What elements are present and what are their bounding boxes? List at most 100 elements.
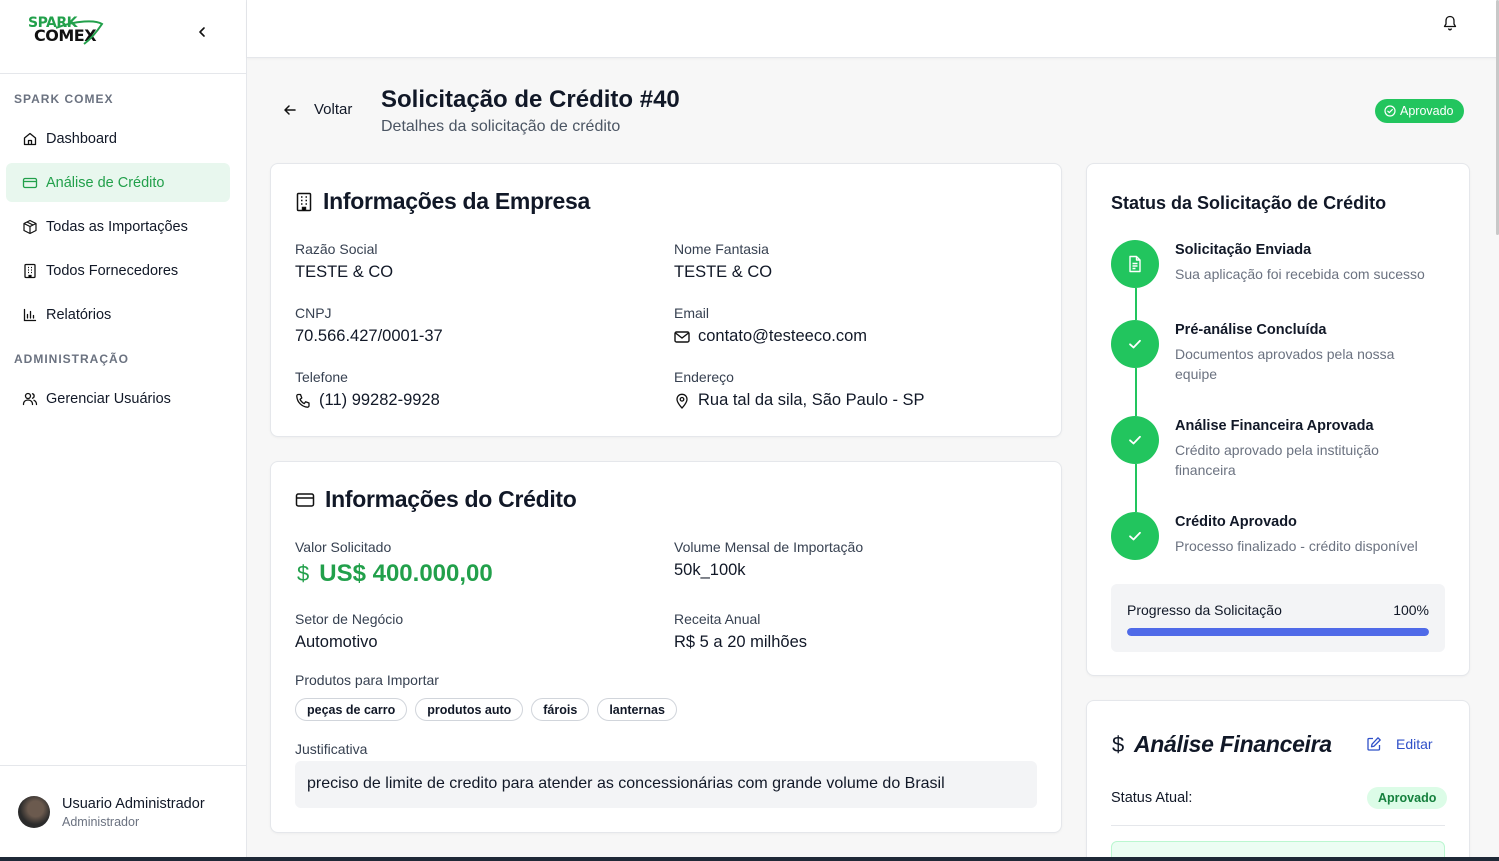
- credit-card-icon: [22, 175, 38, 191]
- check-icon: [1129, 531, 1141, 541]
- step-3-indicator: [1111, 416, 1159, 464]
- spark-comex-logo[interactable]: SPARK COMEX: [26, 14, 108, 48]
- user-name: Usuario Administrador: [62, 796, 205, 812]
- setor-value: Automotivo: [295, 633, 378, 651]
- email-text: contato@testeeco.com: [698, 327, 868, 345]
- financial-status-badge: Aprovado: [1367, 787, 1448, 809]
- cnpj-value: 70.566.427/0001-37: [295, 327, 443, 345]
- step-4-indicator: [1111, 512, 1159, 560]
- produtos-tags: peças de carro produtos auto fárois lant…: [295, 698, 677, 721]
- razao-social-label: Razão Social: [295, 241, 378, 257]
- endereco-value: Rua tal da sila, São Paulo - SP: [674, 391, 925, 410]
- endereco-text: Rua tal da sila, São Paulo - SP: [698, 391, 925, 409]
- volume-mensal-value: 50k_100k: [674, 561, 746, 579]
- section-label-spark-comex: SPARK COMEX: [14, 92, 114, 106]
- step-1-indicator: [1111, 240, 1159, 288]
- email-value: contato@testeeco.com: [674, 327, 867, 346]
- back-button[interactable]: Voltar: [282, 101, 352, 118]
- status-card: Status da Solicitação de Crédito Solicit…: [1086, 163, 1470, 676]
- step-4-desc: Processo finalizado - crédito disponível: [1175, 538, 1418, 554]
- document-icon: [1129, 255, 1141, 273]
- product-tag: fárois: [531, 698, 590, 721]
- map-pin-icon: [676, 393, 688, 409]
- credit-title-text: Informações do Crédito: [325, 486, 577, 512]
- sidebar-item-importacoes[interactable]: Todas as Importações: [6, 207, 230, 246]
- nome-fantasia-label: Nome Fantasia: [674, 241, 769, 257]
- company-card-title: Informações da Empresa: [295, 188, 590, 215]
- sidebar-item-gerenciar-usuarios[interactable]: Gerenciar Usuários: [6, 379, 230, 418]
- step-2-indicator: [1111, 320, 1159, 368]
- sidebar-item-label: Todos Fornecedores: [46, 262, 179, 279]
- edit-button[interactable]: Editar: [1366, 736, 1433, 752]
- building-icon: [22, 263, 38, 279]
- edit-icon: [1367, 737, 1381, 751]
- sidebar-item-analise-credito[interactable]: Análise de Crédito: [6, 163, 230, 202]
- section-label-administracao: ADMINISTRAÇÃO: [14, 352, 129, 366]
- sidebar-item-label: Gerenciar Usuários: [46, 390, 171, 407]
- sidebar-item-label: Dashboard: [46, 130, 117, 147]
- home-icon: [22, 131, 38, 147]
- product-tag: produtos auto: [415, 698, 524, 721]
- divider: [1111, 825, 1445, 826]
- produtos-label: Produtos para Importar: [295, 672, 439, 688]
- credit-card-title: Informações do Crédito: [295, 486, 577, 513]
- credit-info-card: Informações do Crédito Valor Solicitado …: [270, 461, 1062, 833]
- valor-solicitado-value: $ US$ 400.000,00: [297, 560, 493, 588]
- step-1-title: Solicitação Enviada: [1175, 242, 1312, 258]
- email-label: Email: [674, 305, 710, 321]
- sidebar-item-label: Análise de Crédito: [46, 174, 165, 191]
- step-connector: [1135, 368, 1137, 416]
- avatar: [18, 796, 50, 828]
- chevron-left-icon: [199, 27, 205, 37]
- sidebar-item-label: Todas as Importações: [46, 218, 188, 235]
- progress-bar: [1127, 628, 1429, 636]
- progress-percent: 100%: [1393, 602, 1429, 618]
- sidebar-item-label: Relatórios: [46, 306, 112, 323]
- nome-fantasia-value: TESTE & CO: [674, 263, 773, 281]
- status-card-title: Status da Solicitação de Crédito: [1111, 193, 1387, 213]
- sidebar-header: SPARK COMEX: [0, 0, 246, 74]
- progress-label: Progresso da Solicitação: [1127, 602, 1282, 618]
- razao-social-value: TESTE & CO: [295, 263, 394, 281]
- dollar-icon: $: [297, 561, 310, 586]
- sidebar-item-fornecedores[interactable]: Todos Fornecedores: [6, 251, 230, 290]
- receita-anual-value: R$ 5 a 20 milhões: [674, 633, 807, 651]
- mail-icon: [674, 330, 690, 343]
- endereco-label: Endereço: [674, 369, 734, 385]
- sidebar-item-dashboard[interactable]: Dashboard: [6, 119, 230, 158]
- window-bottom-edge: [0, 857, 1499, 861]
- check-icon: [1129, 435, 1141, 445]
- collapse-sidebar-button[interactable]: [192, 22, 212, 42]
- step-connector: [1135, 464, 1137, 512]
- bar-chart-icon: [22, 307, 38, 323]
- users-icon: [22, 391, 38, 407]
- telefone-text: (11) 99282-9928: [319, 391, 440, 409]
- user-role: Administrador: [62, 815, 140, 829]
- financial-title: $ Análise Financeira: [1112, 731, 1332, 758]
- top-bar: [247, 0, 1497, 58]
- step-connector: [1135, 288, 1137, 320]
- step-4-title: Crédito Aprovado: [1175, 514, 1297, 530]
- valor-solicitado-text: US$ 400.000,00: [319, 560, 493, 587]
- financial-title-text: Análise Financeira: [1133, 731, 1332, 757]
- dollar-icon: $: [1112, 731, 1124, 757]
- telefone-label: Telefone: [295, 369, 348, 385]
- product-tag: peças de carro: [295, 698, 408, 721]
- progress-bar-fill: [1127, 628, 1429, 636]
- justificativa-label: Justificativa: [295, 741, 368, 757]
- credit-card-icon: [295, 492, 315, 507]
- edit-label: Editar: [1396, 736, 1433, 752]
- setor-label: Setor de Negócio: [295, 611, 404, 627]
- progress-box: Progresso da Solicitação 100%: [1111, 584, 1445, 652]
- page-title: Solicitação de Crédito #40: [381, 86, 680, 113]
- financial-analysis-card: $ Análise Financeira Editar Status Atual…: [1086, 700, 1470, 861]
- step-3-title: Análise Financeira Aprovada: [1175, 418, 1374, 434]
- building-icon: [296, 192, 312, 211]
- notifications-bell-icon[interactable]: [1441, 14, 1459, 32]
- check-circle-icon: [1384, 105, 1396, 117]
- cnpj-label: CNPJ: [295, 305, 332, 321]
- sidebar-item-relatorios[interactable]: Relatórios: [6, 295, 230, 334]
- receita-anual-label: Receita Anual: [674, 611, 761, 627]
- valor-solicitado-label: Valor Solicitado: [295, 539, 392, 555]
- user-profile[interactable]: Usuario Administrador Administrador: [0, 765, 246, 861]
